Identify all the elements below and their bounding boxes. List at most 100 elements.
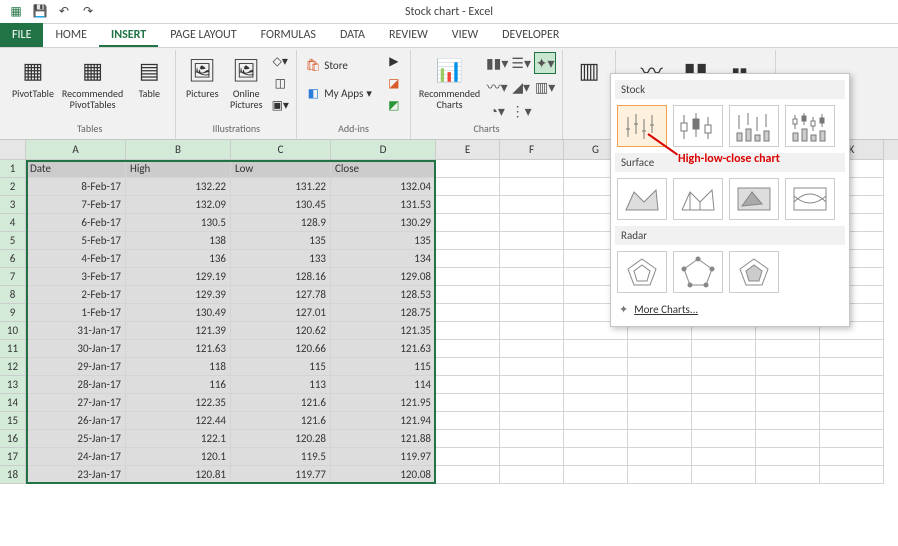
cell[interactable]: 130.49 <box>126 304 231 322</box>
cell[interactable] <box>436 430 500 448</box>
volume-open-high-low-close-chart-button[interactable] <box>785 105 835 147</box>
tab-data[interactable]: DATA <box>328 23 377 47</box>
cell[interactable]: 121.63 <box>331 340 436 358</box>
cell[interactable] <box>500 412 564 430</box>
cell[interactable]: 26-Jan-17 <box>26 412 126 430</box>
cell[interactable]: 121.88 <box>331 430 436 448</box>
cell[interactable] <box>756 412 820 430</box>
cell[interactable] <box>436 160 500 178</box>
column-header-C[interactable]: C <box>231 140 331 160</box>
cell[interactable] <box>820 358 884 376</box>
cell[interactable] <box>820 448 884 466</box>
cell[interactable]: Date <box>26 160 126 178</box>
cell[interactable]: 121.95 <box>331 394 436 412</box>
row-header[interactable]: 8 <box>0 286 26 304</box>
row-header[interactable]: 2 <box>0 178 26 196</box>
cell[interactable]: 27-Jan-17 <box>26 394 126 412</box>
cell[interactable]: 121.39 <box>126 322 231 340</box>
cell[interactable] <box>500 268 564 286</box>
cell[interactable]: 129.19 <box>126 268 231 286</box>
tab-view[interactable]: VIEW <box>440 23 490 47</box>
row-header[interactable]: 1 <box>0 160 26 178</box>
pictures-button[interactable]: 🖼 Pictures <box>182 52 222 101</box>
column-header-A[interactable]: A <box>26 140 126 160</box>
cell[interactable]: 3-Feb-17 <box>26 268 126 286</box>
tab-developer[interactable]: DEVELOPER <box>490 23 571 47</box>
cell[interactable]: Low <box>231 160 331 178</box>
redo-icon[interactable]: ↷ <box>80 4 96 20</box>
cell[interactable]: 120.81 <box>126 466 231 484</box>
recommended-pivottables-button[interactable]: ▦ Recommended PivotTables <box>60 52 125 112</box>
row-header[interactable]: 6 <box>0 250 26 268</box>
stock-surface-radar-button[interactable]: ✦▾ <box>534 52 556 74</box>
cell[interactable]: 130.45 <box>231 196 331 214</box>
cell[interactable] <box>500 322 564 340</box>
cell[interactable] <box>628 376 692 394</box>
cell[interactable] <box>436 232 500 250</box>
column-header-D[interactable]: D <box>331 140 436 160</box>
cell[interactable]: 4-Feb-17 <box>26 250 126 268</box>
cell[interactable]: 135 <box>331 232 436 250</box>
filled-radar-button[interactable] <box>729 251 779 293</box>
cell[interactable]: 129.39 <box>126 286 231 304</box>
column-header-F[interactable]: F <box>500 140 564 160</box>
cell[interactable]: 115 <box>231 358 331 376</box>
cell[interactable]: 113 <box>231 376 331 394</box>
cell[interactable] <box>628 340 692 358</box>
cell[interactable] <box>820 412 884 430</box>
smartart-button[interactable]: ◫ <box>270 74 290 92</box>
cell[interactable] <box>692 448 756 466</box>
cell[interactable] <box>436 466 500 484</box>
cell[interactable] <box>436 304 500 322</box>
cell[interactable] <box>436 412 500 430</box>
tab-file[interactable]: FILE <box>0 23 43 47</box>
people-graph-button[interactable]: ◪ <box>384 74 404 92</box>
cell[interactable]: 130.5 <box>126 214 231 232</box>
cell[interactable] <box>500 214 564 232</box>
cell[interactable] <box>436 448 500 466</box>
cell[interactable] <box>692 358 756 376</box>
cell[interactable] <box>692 376 756 394</box>
cell[interactable] <box>628 466 692 484</box>
cell[interactable]: 116 <box>126 376 231 394</box>
cell[interactable] <box>500 178 564 196</box>
cell[interactable] <box>436 286 500 304</box>
line-chart-button[interactable]: 〰▾ <box>486 76 508 98</box>
cell[interactable] <box>564 448 628 466</box>
cell[interactable] <box>820 376 884 394</box>
cell[interactable]: 8-Feb-17 <box>26 178 126 196</box>
cell[interactable] <box>628 412 692 430</box>
cell[interactable]: 119.77 <box>231 466 331 484</box>
cell[interactable]: 134 <box>331 250 436 268</box>
cell[interactable] <box>628 448 692 466</box>
cell[interactable]: Close <box>331 160 436 178</box>
cell[interactable]: 131.22 <box>231 178 331 196</box>
cell[interactable] <box>692 430 756 448</box>
cell[interactable]: 138 <box>126 232 231 250</box>
cell[interactable]: 28-Jan-17 <box>26 376 126 394</box>
cell[interactable] <box>500 286 564 304</box>
cell[interactable]: 118 <box>126 358 231 376</box>
cell[interactable]: 120.66 <box>231 340 331 358</box>
cell[interactable] <box>756 448 820 466</box>
cell[interactable]: 31-Jan-17 <box>26 322 126 340</box>
cell[interactable]: 1-Feb-17 <box>26 304 126 322</box>
cell[interactable]: 131.53 <box>331 196 436 214</box>
cell[interactable]: 29-Jan-17 <box>26 358 126 376</box>
combo-chart-button[interactable]: ▥▾ <box>534 76 556 98</box>
cell[interactable] <box>692 394 756 412</box>
bing-maps-button[interactable]: ▶ <box>384 52 404 70</box>
cell[interactable] <box>500 394 564 412</box>
cell[interactable] <box>564 412 628 430</box>
cell[interactable] <box>564 376 628 394</box>
open-high-low-close-chart-button[interactable] <box>673 105 723 147</box>
tab-home[interactable]: HOME <box>43 23 99 47</box>
cell[interactable]: 128.16 <box>231 268 331 286</box>
cell[interactable] <box>436 214 500 232</box>
pie-chart-button[interactable]: ◔▾ <box>486 100 508 122</box>
cell[interactable] <box>756 394 820 412</box>
cell[interactable] <box>756 376 820 394</box>
cell[interactable] <box>436 250 500 268</box>
more-charts-button[interactable]: ✦ More Charts... <box>615 297 845 322</box>
row-header[interactable]: 7 <box>0 268 26 286</box>
